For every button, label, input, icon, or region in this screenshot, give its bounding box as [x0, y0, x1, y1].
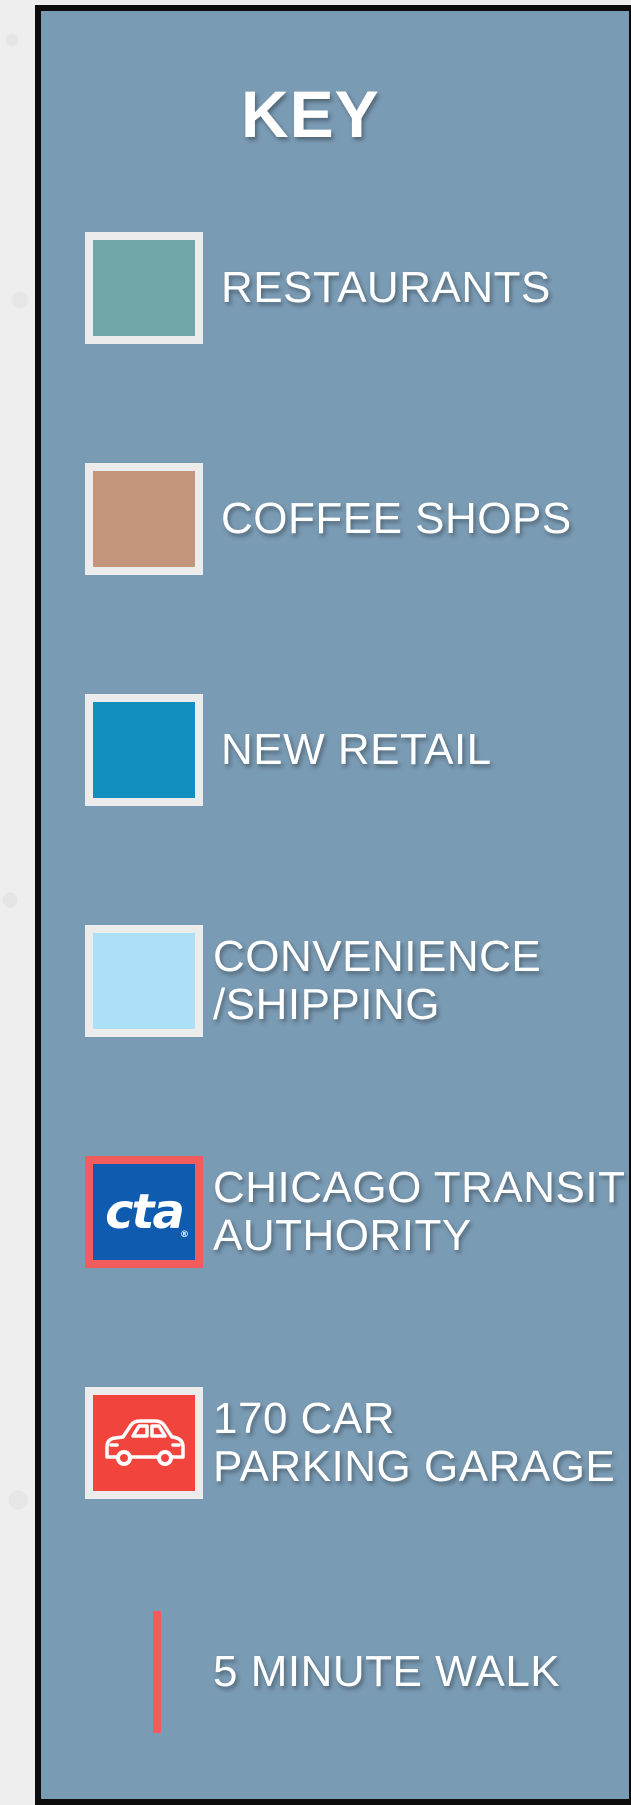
cta-swatch: cta ®: [85, 1156, 203, 1268]
cta-logo-text: cta: [105, 1184, 185, 1240]
legend-label: 5 MINUTE WALK: [213, 1647, 561, 1696]
car-icon: [105, 1419, 185, 1466]
restaurants-swatch: [85, 232, 203, 344]
legend-item-5-minute-walk: 5 MINUTE WALK: [41, 1611, 631, 1737]
legend-item-new-retail: NEW RETAIL: [41, 694, 631, 820]
new-retail-swatch: [85, 694, 203, 806]
legend-label: CHICAGO TRANSIT AUTHORITY: [213, 1163, 626, 1260]
legend-item-parking-garage: 170 CAR PARKING GARAGE: [41, 1387, 631, 1513]
convenience-shipping-swatch: [85, 925, 203, 1037]
walk-line-icon: [153, 1611, 161, 1733]
legend-item-convenience-shipping: CONVENIENCE /SHIPPING: [41, 925, 631, 1051]
legend-label: RESTAURANTS: [221, 263, 551, 312]
legend-title: KEY: [241, 77, 380, 151]
cta-logo-icon: cta ®: [93, 1164, 195, 1260]
legend-item-cta: cta ® CHICAGO TRANSIT AUTHORITY: [41, 1156, 631, 1282]
legend-label: CONVENIENCE /SHIPPING: [213, 932, 542, 1029]
legend-label: COFFEE SHOPS: [221, 494, 572, 543]
legend-panel: KEY RESTAURANTS COFFEE SHOPS NEW RETAIL …: [35, 5, 631, 1805]
coffee-shops-swatch: [85, 463, 203, 575]
parking-garage-swatch: [85, 1387, 203, 1499]
legend-item-restaurants: RESTAURANTS: [41, 232, 631, 358]
legend-label: NEW RETAIL: [221, 725, 492, 774]
legend-label: 170 CAR PARKING GARAGE: [213, 1394, 616, 1491]
legend-item-coffee-shops: COFFEE SHOPS: [41, 463, 631, 589]
